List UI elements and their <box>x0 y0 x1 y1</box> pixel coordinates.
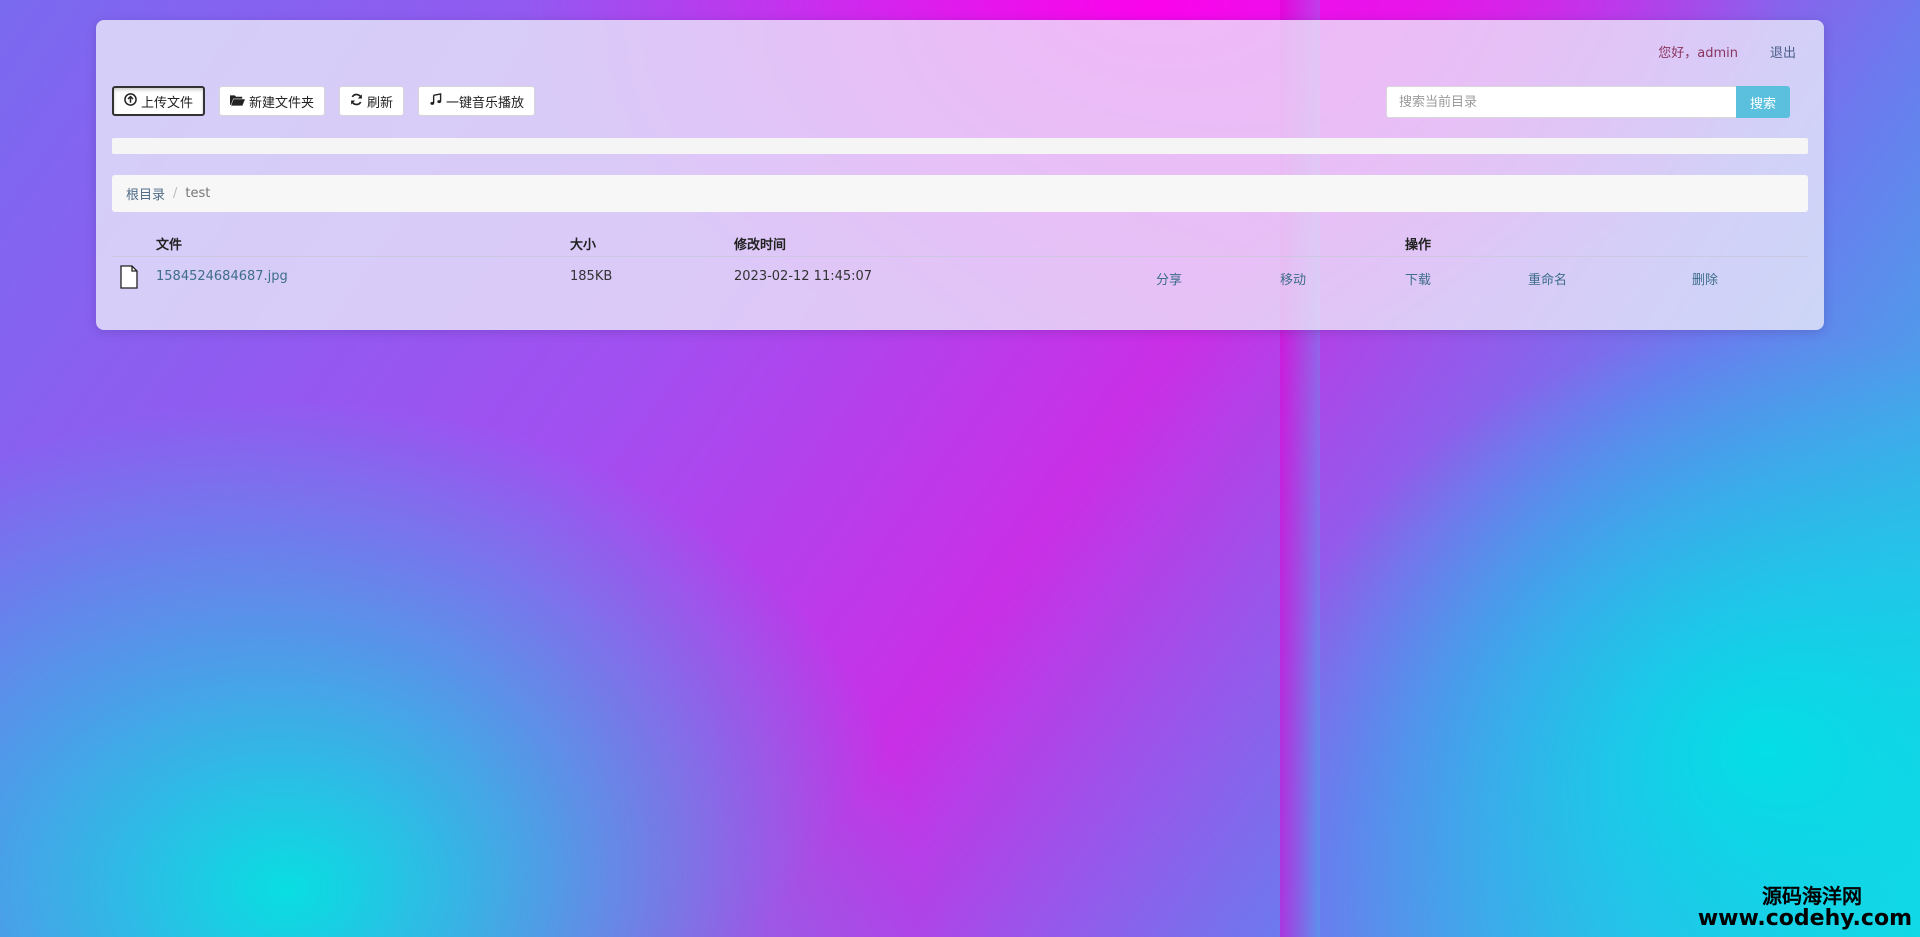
search-group: 搜索 <box>1386 86 1790 118</box>
upload-label: 上传文件 <box>141 95 194 111</box>
header-file: 文件 <box>156 238 183 253</box>
file-manager-panel: 您好，admin 退出 上传文件 新建文件夹 刷新 一键音乐播放 搜索当前目录 … <box>96 20 1824 330</box>
folder-open-icon <box>230 94 246 109</box>
header-actions: 操作 <box>1405 238 1432 253</box>
table-header: 文件 大小 修改时间 操作 <box>112 228 1808 257</box>
toolbar: 上传文件 新建文件夹 刷新 一键音乐播放 <box>112 86 536 116</box>
file-icon <box>120 265 138 289</box>
share-link[interactable]: 分享 <box>1156 269 1182 288</box>
file-table: 文件 大小 修改时间 操作 1584524684687.jpg 185KB 20… <box>112 228 1808 297</box>
rename-link[interactable]: 重命名 <box>1528 269 1567 288</box>
site-watermark: 源码海洋网 www.codehy.com <box>1698 885 1912 931</box>
user-bar: 您好，admin 退出 <box>1658 42 1796 61</box>
file-size: 185KB <box>570 269 613 284</box>
logout-link[interactable]: 退出 <box>1770 42 1796 61</box>
new-folder-button[interactable]: 新建文件夹 <box>219 86 326 116</box>
search-input[interactable] <box>1386 86 1736 118</box>
music-play-button[interactable]: 一键音乐播放 <box>418 86 536 116</box>
upload-button[interactable]: 上传文件 <box>112 86 206 116</box>
delete-link[interactable]: 删除 <box>1692 269 1718 288</box>
watermark-name: 源码海洋网 <box>1762 883 1862 908</box>
file-name-link[interactable]: 1584524684687.jpg <box>156 269 288 284</box>
search-button[interactable]: 搜索 <box>1736 86 1790 118</box>
arrow-circle-up-icon <box>124 93 137 109</box>
upload-progress-bar <box>112 138 1808 154</box>
download-link[interactable]: 下载 <box>1405 269 1431 288</box>
breadcrumb: 根目录 / test <box>112 175 1808 212</box>
refresh-icon <box>350 93 363 109</box>
move-link[interactable]: 移动 <box>1280 269 1306 288</box>
user-greeting: 您好，admin <box>1658 46 1738 61</box>
breadcrumb-current: test <box>185 186 211 201</box>
breadcrumb-separator: / <box>173 186 178 201</box>
header-modified: 修改时间 <box>734 238 787 253</box>
header-size: 大小 <box>570 238 597 253</box>
breadcrumb-root[interactable]: 根目录 <box>126 184 165 203</box>
refresh-button[interactable]: 刷新 <box>339 86 405 116</box>
new-folder-label: 新建文件夹 <box>249 95 315 111</box>
file-modified: 2023-02-12 11:45:07 <box>734 269 873 284</box>
refresh-label: 刷新 <box>367 95 394 111</box>
music-play-label: 一键音乐播放 <box>446 95 525 111</box>
watermark-url: www.codehy.com <box>1697 905 1912 931</box>
music-note-icon <box>429 93 442 109</box>
table-row: 1584524684687.jpg 185KB 2023-02-12 11:45… <box>112 257 1808 297</box>
